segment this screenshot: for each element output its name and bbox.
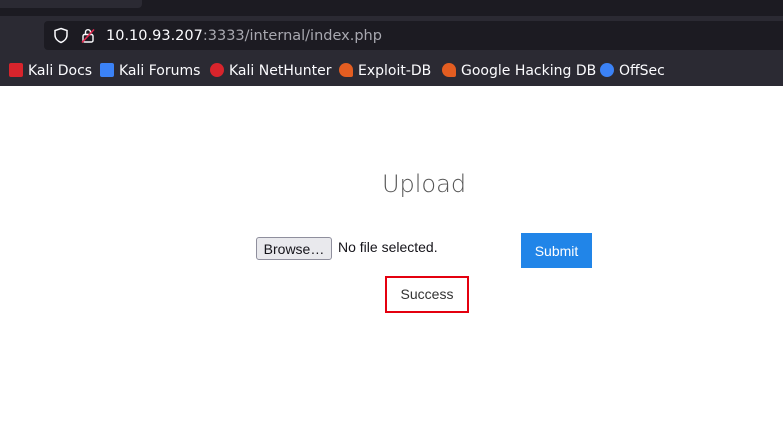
upload-result-message: Success xyxy=(385,276,469,313)
bookmark-kali-nethunter[interactable]: Kali NetHunter xyxy=(210,61,331,81)
lock-icon[interactable] xyxy=(80,27,96,44)
url-path: :3333/internal/index.php xyxy=(202,28,382,44)
tab-strip xyxy=(0,0,783,16)
bookmark-label: Kali NetHunter xyxy=(229,63,332,79)
browser-chrome: 10.10.93.207:3333/internal/index.php Kal… xyxy=(0,0,783,86)
bookmark-label: Kali Forums xyxy=(119,63,201,79)
bookmark-google-hacking-db[interactable]: Google Hacking DB xyxy=(442,61,596,81)
bookmark-label: OffSec xyxy=(619,63,665,79)
kali-forums-icon xyxy=(100,63,114,77)
page-title: Upload xyxy=(381,170,467,198)
file-status-text: No file selected. xyxy=(338,239,438,255)
kali-docs-icon xyxy=(9,63,23,77)
url-text[interactable]: 10.10.93.207:3333/internal/index.php xyxy=(106,26,382,46)
offsec-icon xyxy=(600,63,614,77)
bookmark-label: Google Hacking DB xyxy=(461,63,597,79)
browse-button[interactable]: Browse… xyxy=(256,237,332,260)
shield-icon[interactable] xyxy=(53,27,69,44)
url-bar[interactable]: 10.10.93.207:3333/internal/index.php xyxy=(44,21,783,50)
bookmark-exploit-db[interactable]: Exploit-DB xyxy=(339,61,431,81)
active-tab[interactable] xyxy=(0,0,142,8)
bookmark-label: Exploit-DB xyxy=(358,63,432,79)
bookmark-kali-docs[interactable]: Kali Docs xyxy=(9,61,92,81)
exploit-db-icon xyxy=(339,63,353,77)
submit-button[interactable]: Submit xyxy=(521,233,592,268)
ghdb-icon xyxy=(442,63,456,77)
bookmarks-toolbar: Kali Docs Kali Forums Kali NetHunter Exp… xyxy=(0,58,783,84)
page-content: Upload Browse… No file selected. Submit … xyxy=(0,86,783,437)
kali-nethunter-icon xyxy=(210,63,224,77)
bookmark-offsec[interactable]: OffSec xyxy=(600,61,665,81)
bookmark-label: Kali Docs xyxy=(28,63,93,79)
url-host: 10.10.93.207 xyxy=(106,28,203,44)
bookmark-kali-forums[interactable]: Kali Forums xyxy=(100,61,200,81)
